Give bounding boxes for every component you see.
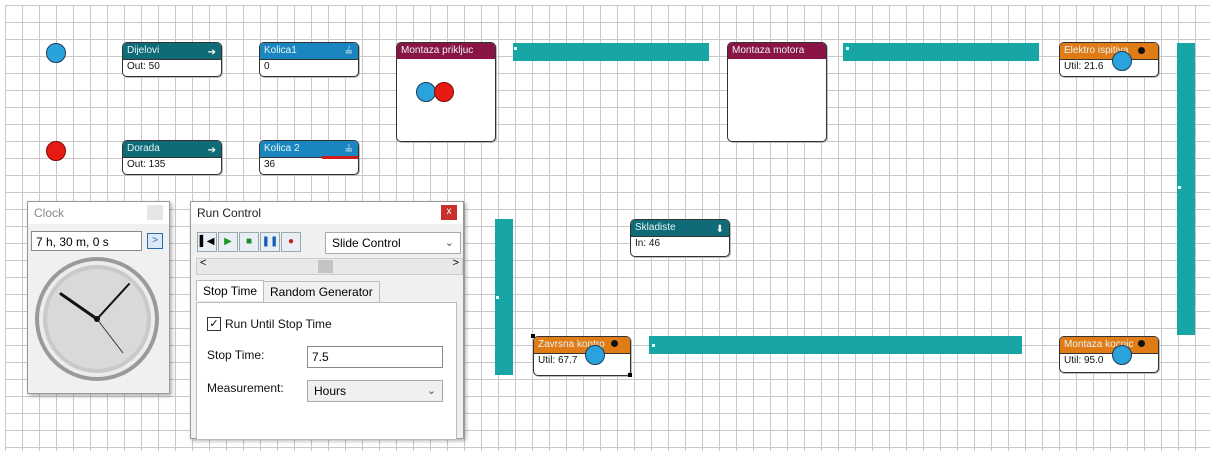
entity-red-ball[interactable] [434,82,454,102]
entity-red-ball[interactable] [46,141,66,161]
status-dot [1138,47,1145,54]
conveyor-marker [514,47,517,50]
block-value: 0 [260,59,358,74]
chevron-down-icon: ⌄ [426,385,436,397]
block-title: Montaza prikljuc [401,45,474,56]
block-dorada[interactable]: Dorada ➔ Out: 135 [122,140,222,175]
conveyor-marker [846,47,849,50]
conveyor-5[interactable] [649,336,1022,354]
entity-blue-ball[interactable] [1112,345,1132,365]
pause-icon[interactable]: ❚❚ [260,232,280,252]
clock-face-icon [35,257,159,381]
play-icon[interactable]: ▶ [218,232,238,252]
arrival-icon: ➔ [207,47,216,58]
entity-blue-ball[interactable] [585,345,605,365]
block-title: Dijelovi [127,45,160,56]
run-control-window[interactable]: Run Control x ▌◀ ▶ ■ ❚❚ ● Slide Control … [190,201,464,440]
scroll-thumb[interactable] [318,260,333,273]
block-value: Util: 67.7 [534,353,630,368]
block-value: Util: 95.0 [1060,353,1158,368]
block-value: Util: 21.6 [1060,59,1158,74]
entity-blue-ball[interactable] [416,82,436,102]
conveyor-2[interactable] [843,43,1039,61]
conveyor-3[interactable] [1177,43,1195,335]
clock-window[interactable]: Clock 7 h, 30 m, 0 s > [27,201,170,394]
status-dot [611,340,618,347]
conveyor-marker [496,296,499,299]
block-value: Out: 135 [123,157,221,172]
queue-icon: ≟ [344,47,353,58]
run-until-checkbox[interactable]: ✓ [207,317,221,331]
run-control-title: Run Control [191,202,463,224]
block-skladiste[interactable]: Skladiste ⬇ In: 46 [630,219,730,257]
speed-select-value: Slide Control [332,236,401,250]
queue-fill-bar [322,156,358,159]
arrival-icon: ➔ [207,145,216,156]
scroll-left-icon[interactable]: < [200,257,206,269]
tab-stop-time[interactable]: Stop Time [196,280,265,301]
stop-time-label: Stop Time: [207,348,265,362]
block-kolica2[interactable]: Kolica 2 ≟ 36 [259,140,359,175]
measurement-select[interactable]: Hours ⌄ [307,380,443,402]
run-until-label: Run Until Stop Time [225,317,332,331]
block-montaza-motora[interactable]: Montaza motora [727,42,827,142]
selection-handle[interactable] [628,373,632,377]
block-title: Kolica 2 [264,143,300,154]
step-icon[interactable]: ▌◀ [197,232,217,252]
record-icon[interactable]: ● [281,232,301,252]
measurement-select-value: Hours [314,384,347,398]
stop-time-input[interactable]: 7.5 [307,346,443,368]
run-control-close-button[interactable]: x [441,205,457,220]
clock-go-button[interactable]: > [147,233,163,249]
block-dijelovi[interactable]: Dijelovi ➔ Out: 50 [122,42,222,77]
block-title: Dorada [127,143,160,154]
block-title: Montaza motora [732,45,805,56]
block-title: Kolica1 [264,45,297,56]
block-title: Skladiste [635,222,676,233]
clock-time-display: 7 h, 30 m, 0 s [31,231,142,251]
exit-icon: ⬇ [715,224,724,235]
stop-time-panel: ✓ Run Until Stop Time Stop Time: 7.5 Mea… [196,302,457,440]
stop-icon[interactable]: ■ [239,232,259,252]
block-kolica1[interactable]: Kolica1 ≟ 0 [259,42,359,77]
tab-random-generator[interactable]: Random Generator [263,281,380,302]
entity-blue-ball[interactable] [46,43,66,63]
scroll-right-icon[interactable]: > [453,257,459,269]
conveyor-marker [652,344,655,347]
speed-scrollbar[interactable]: < > [196,257,463,275]
status-dot [1138,340,1145,347]
conveyor-marker [1178,186,1181,189]
clock-close-button[interactable] [147,205,163,220]
entity-blue-ball[interactable] [1112,51,1132,71]
measurement-label: Measurement: [207,381,284,395]
block-value: Out: 50 [123,59,221,74]
analog-clock [31,254,163,384]
block-value: In: 46 [631,236,729,251]
chevron-down-icon: ⌄ [444,237,454,249]
speed-select[interactable]: Slide Control ⌄ [325,232,461,254]
block-value-text: 36 [264,159,276,170]
conveyor-1[interactable] [513,43,709,61]
selection-handle[interactable] [531,334,535,338]
block-value: 36 [260,156,358,172]
